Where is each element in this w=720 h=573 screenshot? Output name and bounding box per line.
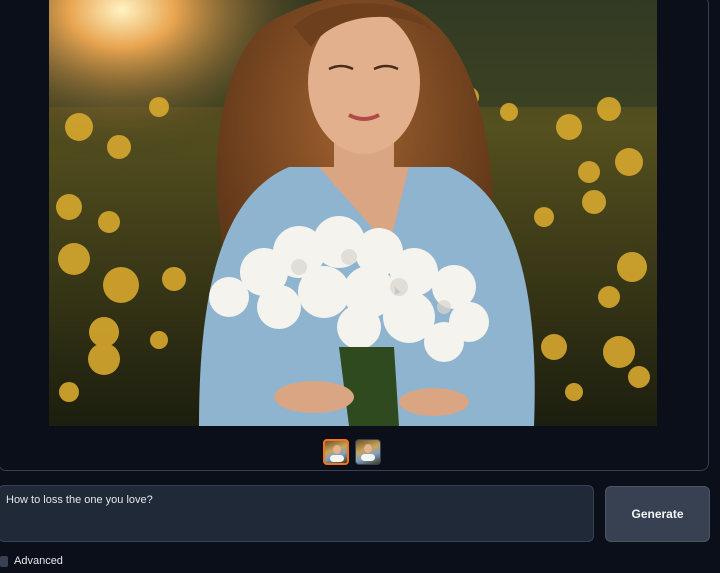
portrait-image-icon [49,0,657,426]
image-gallery [0,0,709,471]
thumbnail-bouquet-icon [361,454,375,461]
thumbnail-face-icon [333,445,341,454]
advanced-label: Advanced [14,555,63,567]
generate-button[interactable]: Generate [605,486,710,542]
prompt-input[interactable]: How to loss the one you love? [0,485,594,542]
generated-image[interactable] [49,0,657,426]
thumbnail-bouquet-icon [330,455,344,462]
thumbnail-strip [323,439,381,465]
thumbnail-2[interactable] [355,439,381,465]
prompt-text: How to loss the one you love? [6,494,153,506]
thumbnail-face-icon [364,444,372,453]
advanced-checkbox[interactable] [0,555,8,567]
thumbnail-1[interactable] [323,439,349,465]
advanced-toggle[interactable]: Advanced [0,555,63,567]
